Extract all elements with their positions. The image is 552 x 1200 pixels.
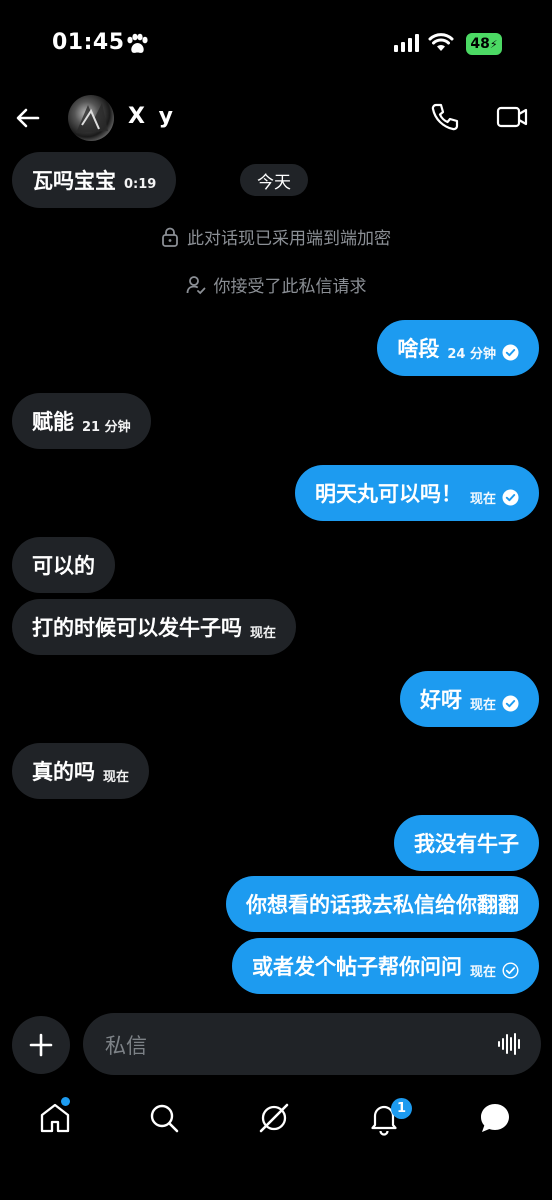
bottom-tab-bar: [0, 1092, 552, 1152]
message-text: 真的吗: [32, 760, 95, 784]
message-input[interactable]: 私信: [83, 1013, 541, 1075]
person-check-icon: [186, 275, 205, 294]
message-text: 或者发个帖子帮你问问: [251, 955, 462, 979]
paw-icon: [127, 33, 148, 53]
search-icon[interactable]: [146, 1100, 182, 1136]
message-text: 赋能: [32, 410, 74, 434]
video-call-icon[interactable]: [494, 100, 530, 134]
battery-level: 48: [470, 36, 490, 52]
messages-icon[interactable]: [477, 1100, 513, 1136]
read-receipt-icon: [502, 489, 519, 505]
voice-message-icon[interactable]: [497, 1031, 523, 1057]
phone-call-icon[interactable]: [428, 100, 462, 134]
message-incoming[interactable]: 瓦吗宝宝 0:19: [12, 152, 177, 208]
read-receipt-icon: [502, 344, 519, 360]
message-time: 现在: [250, 625, 277, 641]
message-text: 好呀: [419, 688, 462, 712]
message-outgoing[interactable]: 我没有牛子: [394, 815, 539, 871]
encryption-notice: 此对话现已采用端到端加密: [0, 224, 552, 249]
back-arrow-icon[interactable]: [12, 102, 44, 134]
message-text: 明天丸可以吗！: [314, 482, 462, 506]
message-text: 啥段: [397, 337, 440, 361]
input-placeholder: 私信: [105, 1034, 147, 1058]
contact-name[interactable]: X y: [128, 104, 176, 129]
read-receipt-icon: [502, 695, 519, 711]
message-outgoing[interactable]: 啥段 24 分钟: [377, 320, 539, 376]
conversation-header: X y: [0, 90, 552, 146]
message-outgoing[interactable]: 明天丸可以吗！ 现在: [294, 465, 539, 521]
home-unread-dot: [61, 1097, 70, 1106]
message-text: 打的时候可以发牛子吗: [32, 616, 242, 640]
battery-icon: 48 ⚡: [466, 33, 502, 55]
avatar-image: [76, 103, 108, 133]
request-accepted-notice: 你接受了此私信请求: [0, 272, 552, 297]
message-text: 你想看的话我去私信给你翻翻: [246, 893, 519, 917]
message-incoming[interactable]: 打的时候可以发牛子吗 现在: [12, 599, 297, 655]
add-attachment-button[interactable]: [12, 1016, 70, 1074]
message-outgoing[interactable]: 你想看的话我去私信给你翻翻: [226, 876, 539, 932]
message-outgoing[interactable]: 或者发个帖子帮你问问 现在: [231, 938, 539, 994]
message-time: 现在: [469, 964, 496, 980]
plus-icon: [29, 1033, 53, 1057]
message-incoming[interactable]: 可以的: [12, 537, 115, 593]
encryption-text: 此对话现已采用端到端加密: [187, 229, 391, 249]
date-divider: 今天: [240, 164, 308, 196]
message-time: 21 分钟: [82, 419, 131, 435]
sent-receipt-icon: [502, 961, 519, 979]
message-incoming[interactable]: 真的吗 现在: [12, 743, 150, 799]
status-bar: 01:45 48 ⚡: [0, 0, 552, 90]
message-text: 可以的: [32, 554, 95, 578]
message-text: 瓦吗宝宝: [32, 169, 116, 193]
request-accepted-text: 你接受了此私信请求: [213, 277, 367, 297]
message-time: 0:19: [124, 176, 157, 192]
avatar[interactable]: [68, 95, 114, 141]
notifications-badge: 1: [391, 1098, 412, 1119]
wifi-icon: [428, 33, 454, 51]
message-time: 24 分钟: [447, 346, 496, 362]
status-time: 01:45: [52, 30, 125, 55]
cellular-signal-icon: [394, 34, 419, 52]
grok-icon[interactable]: [256, 1100, 292, 1136]
message-text: 我没有牛子: [414, 832, 519, 856]
message-time: 现在: [469, 491, 496, 507]
message-time: 现在: [469, 697, 496, 713]
lock-icon: [162, 227, 178, 247]
message-time: 现在: [103, 769, 130, 785]
message-incoming[interactable]: 赋能 21 分钟: [12, 393, 151, 449]
message-outgoing[interactable]: 好呀 现在: [399, 671, 539, 727]
